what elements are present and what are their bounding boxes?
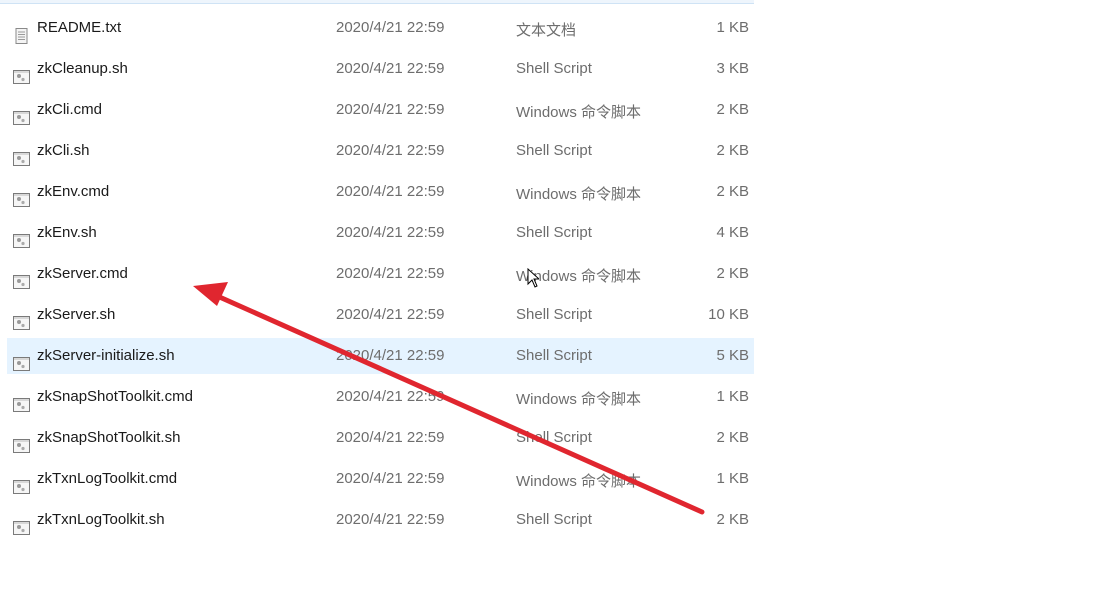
annotation-arrow [193,282,705,515]
mouse-cursor-icon [527,268,539,288]
